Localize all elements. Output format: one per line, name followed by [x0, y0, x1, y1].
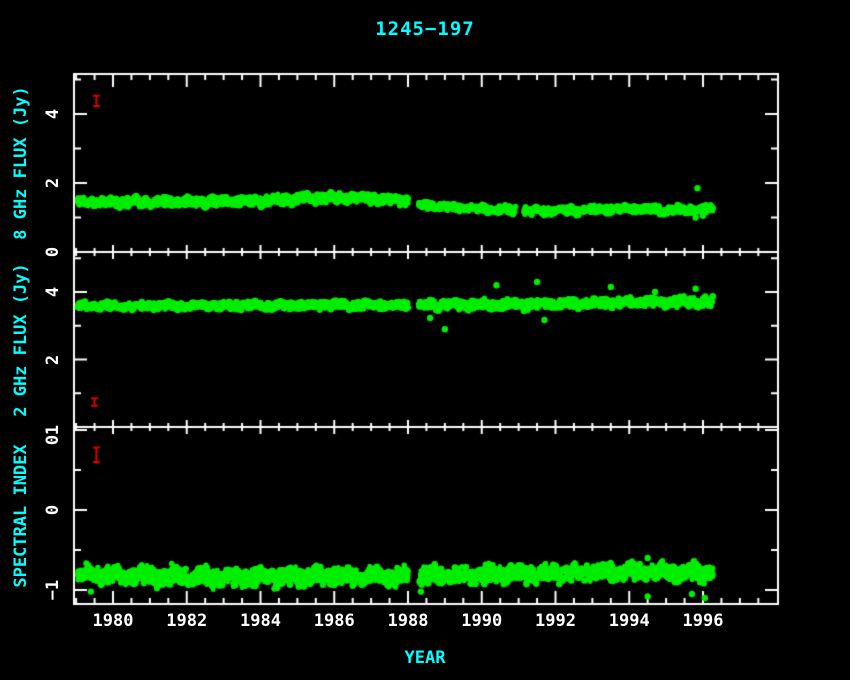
x-tick-label: 1988: [388, 611, 429, 631]
y-axis-label-spectral-index: SPECTRAL INDEX: [11, 444, 31, 587]
plot-title: 1245−197: [0, 18, 850, 40]
y-tick-label: 1: [43, 425, 63, 435]
plot-canvas: [0, 0, 850, 680]
x-tick-label: 1990: [461, 611, 502, 631]
y-tick-label: 0: [43, 435, 63, 445]
y-tick-label: −1: [43, 580, 63, 600]
plot-page: 1245−197 8 GHz FLUX (Jy) 2 GHz FLUX (Jy)…: [0, 0, 850, 680]
x-tick-label: 1984: [240, 611, 281, 631]
x-tick-label: 1994: [609, 611, 650, 631]
x-tick-label: 1992: [535, 611, 576, 631]
y-tick-label: 2: [43, 178, 63, 188]
y-tick-label: 0: [43, 505, 63, 515]
x-axis-label: YEAR: [0, 648, 850, 668]
y-tick-label: 0: [43, 247, 63, 257]
y-axis-label-8ghz-flux: 8 GHz FLUX (Jy): [11, 86, 31, 240]
y-tick-label: 4: [43, 287, 63, 297]
y-tick-label: 2: [43, 354, 63, 364]
x-tick-label: 1996: [683, 611, 724, 631]
y-axis-label-2ghz-flux: 2 GHz FLUX (Jy): [11, 263, 31, 417]
x-tick-label: 1980: [93, 611, 134, 631]
x-tick-label: 1982: [166, 611, 207, 631]
y-tick-label: 4: [43, 109, 63, 119]
x-tick-label: 1986: [314, 611, 355, 631]
